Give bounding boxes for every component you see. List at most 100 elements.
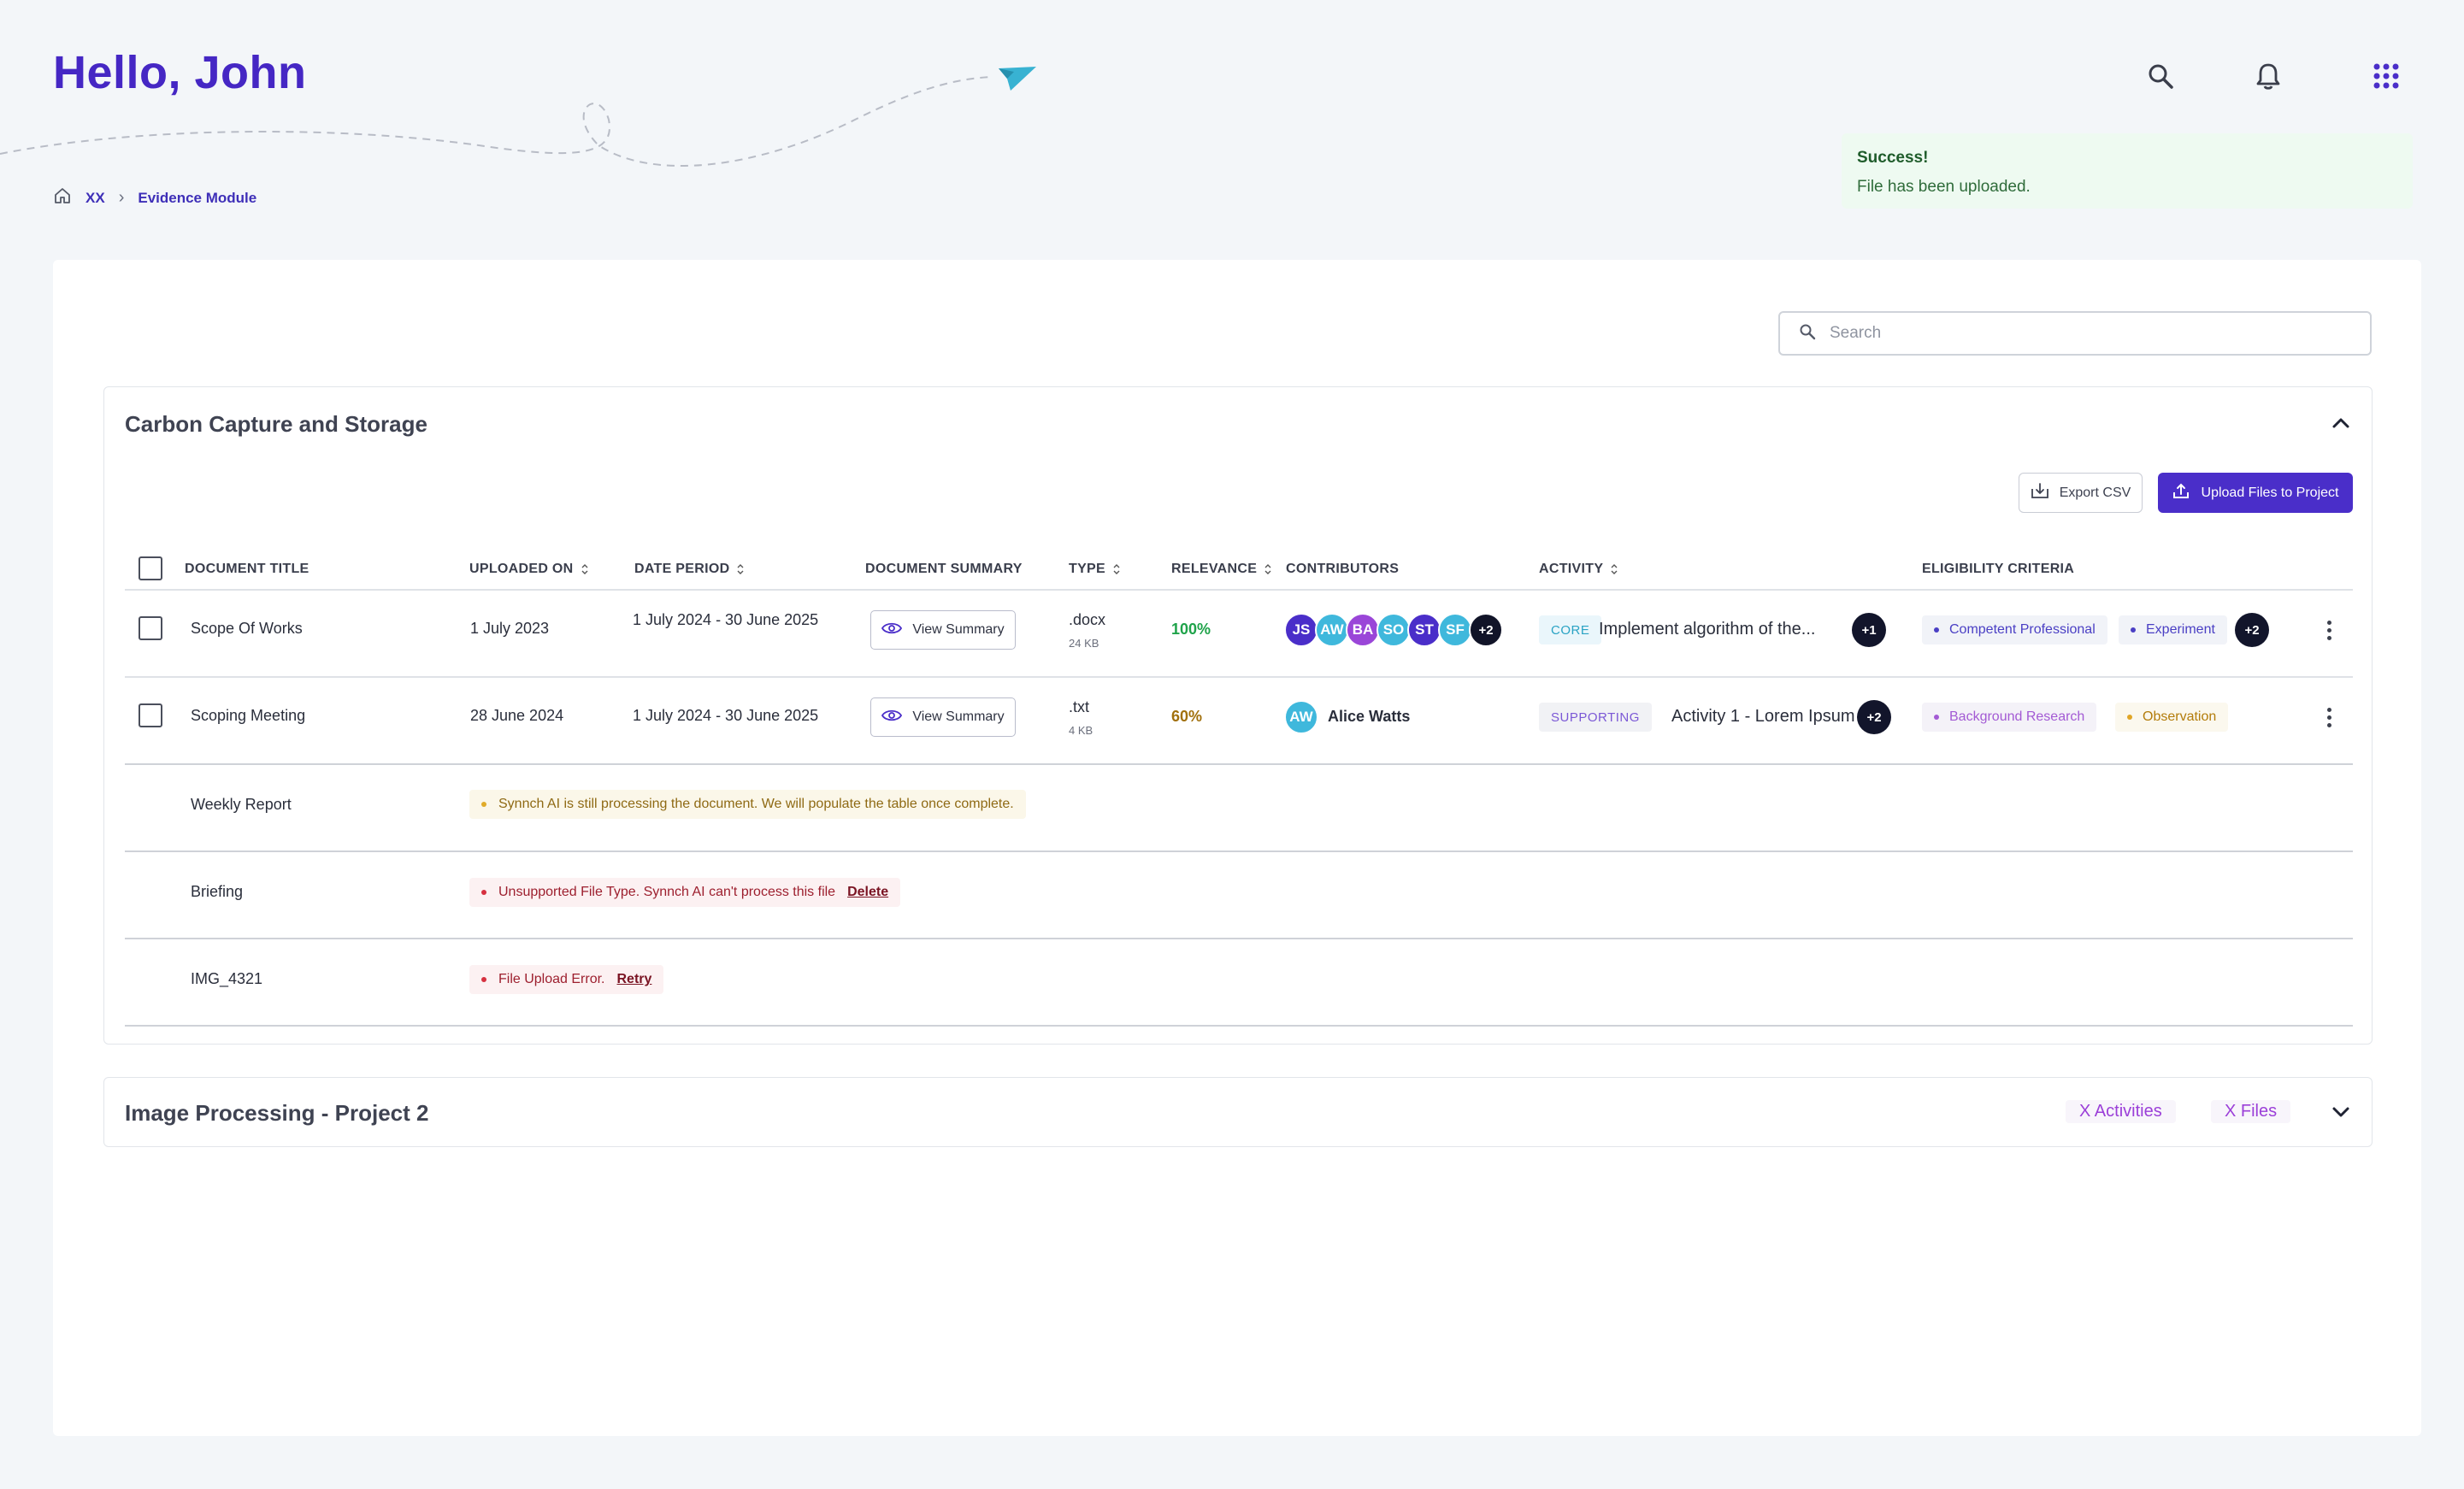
activities-count-link[interactable]: X Activities [2066, 1100, 2176, 1123]
breadcrumb: XX › Evidence Module [53, 186, 256, 209]
bell-icon[interactable] [2247, 55, 2290, 97]
avatar[interactable]: BA [1346, 613, 1380, 647]
contributor-name: Alice Watts [1328, 708, 1411, 725]
chevron-up-icon[interactable] [2325, 408, 2356, 438]
relevance-value: 60% [1171, 708, 1203, 725]
search-icon[interactable] [2139, 55, 2182, 97]
divider [125, 938, 2353, 939]
sort-icon [581, 564, 588, 574]
col-relevance[interactable]: RELEVANCE [1171, 562, 1272, 577]
contributors-avatars[interactable]: JS AW BA SO ST SF +2 [1284, 613, 1503, 647]
view-summary-label: View Summary [912, 709, 1005, 724]
breadcrumb-item-xx[interactable]: XX [85, 190, 105, 207]
view-summary-label: View Summary [912, 622, 1005, 637]
paper-plane-decoration [0, 67, 1036, 167]
col-activity[interactable]: ACTIVITY [1539, 562, 1618, 577]
activity-tag: CORE [1539, 615, 1602, 644]
row-checkbox[interactable] [139, 703, 162, 727]
criteria-chip: Experiment [2119, 615, 2227, 644]
error-status: File Upload Error. Retry [469, 965, 664, 994]
activity-text: Activity 1 - Lorem Ipsum [1671, 707, 1855, 726]
sort-icon [1611, 564, 1618, 574]
chevron-right-icon: › [118, 188, 125, 207]
eye-icon [881, 709, 903, 727]
sort-icon [1264, 564, 1271, 574]
home-icon[interactable] [53, 186, 72, 209]
avatar[interactable]: SO [1376, 613, 1411, 647]
col-document-summary: DOCUMENT SUMMARY [865, 562, 1023, 576]
upload-files-button[interactable]: Upload Files to Project [2158, 473, 2353, 513]
view-summary-button[interactable]: View Summary [870, 610, 1016, 650]
document-title[interactable]: Weekly Report [191, 796, 292, 814]
more-criteria-badge[interactable]: +2 [2235, 613, 2269, 647]
row-checkbox[interactable] [139, 616, 162, 640]
avatar[interactable]: AW [1315, 613, 1349, 647]
download-icon [2031, 482, 2049, 503]
retry-link[interactable]: Retry [617, 972, 652, 987]
document-title[interactable]: IMG_4321 [191, 970, 262, 988]
success-toast: Success! File has been uploaded. [1842, 133, 2413, 209]
contributors-avatars[interactable]: AW [1284, 700, 1318, 734]
project-title: Image Processing - Project 2 [125, 1100, 429, 1126]
criteria-chip: Competent Professional [1922, 615, 2107, 644]
avatar[interactable]: AW [1284, 700, 1318, 734]
toast-title: Success! [1857, 149, 1929, 167]
relevance-value: 100% [1171, 621, 1211, 638]
activity-tag: SUPPORTING [1539, 703, 1652, 732]
activity-text: Implement algorithm of the... [1599, 620, 1816, 639]
delete-link[interactable]: Delete [847, 885, 888, 900]
document-title[interactable]: Scoping Meeting [191, 707, 305, 725]
error-status: Unsupported File Type. Synnch AI can't p… [469, 878, 901, 907]
document-title[interactable]: Briefing [191, 883, 243, 901]
criteria-chip: Background Research [1922, 703, 2097, 732]
divider [125, 1025, 2353, 1027]
export-csv-label: Export CSV [2059, 485, 2131, 500]
eye-icon [881, 621, 903, 639]
file-type: .txt [1069, 698, 1090, 715]
files-count-link[interactable]: X Files [2211, 1100, 2291, 1123]
row-menu-icon[interactable] [2320, 702, 2337, 733]
document-title[interactable]: Scope Of Works [191, 620, 303, 638]
avatar[interactable]: SF [1438, 613, 1472, 647]
export-csv-button[interactable]: Export CSV [2019, 473, 2143, 513]
project-section-image-processing[interactable]: Image Processing - Project 2 X Activitie… [103, 1077, 2373, 1147]
breadcrumb-item-evidence[interactable]: Evidence Module [138, 190, 256, 207]
col-eligibility-criteria: ELIGIBILITY CRITERIA [1922, 562, 2075, 576]
avatar[interactable]: ST [1407, 613, 1441, 647]
row-menu-icon[interactable] [2320, 615, 2337, 645]
search-input[interactable] [1830, 324, 2343, 343]
col-type[interactable]: TYPE [1069, 562, 1121, 577]
col-document-title: DOCUMENT TITLE [185, 562, 309, 576]
col-date-period[interactable]: DATE PERIOD [634, 562, 745, 577]
more-contributors-badge[interactable]: +2 [1469, 613, 1503, 647]
sort-icon [1113, 564, 1120, 574]
select-all-checkbox[interactable] [139, 556, 162, 580]
avatar[interactable]: JS [1284, 613, 1318, 647]
chevron-down-icon[interactable] [2325, 1097, 2356, 1127]
divider [125, 850, 2353, 852]
search-icon [1799, 323, 1816, 344]
file-size: 4 KB [1069, 724, 1093, 737]
toast-message: File has been uploaded. [1857, 178, 2031, 196]
file-type: .docx [1069, 611, 1106, 628]
more-activities-badge[interactable]: +2 [1857, 700, 1891, 734]
divider [125, 763, 2353, 765]
divider [125, 676, 2353, 678]
view-summary-button[interactable]: View Summary [870, 697, 1016, 737]
apps-grid-icon[interactable] [2365, 55, 2408, 97]
criteria-chip: Observation [2115, 703, 2229, 732]
divider [125, 589, 2353, 591]
date-period: 1 July 2024 - 30 June 2025 [633, 611, 819, 628]
more-activities-badge[interactable]: +1 [1852, 613, 1886, 647]
file-size: 24 KB [1069, 637, 1099, 650]
project-title: Carbon Capture and Storage [125, 411, 427, 437]
col-uploaded-on[interactable]: UPLOADED ON [469, 562, 589, 577]
uploaded-on: 28 June 2024 [470, 707, 564, 724]
processing-status: Synnch AI is still processing the docume… [469, 790, 1026, 819]
upload-files-label: Upload Files to Project [2201, 485, 2339, 500]
date-period: 1 July 2024 - 30 June 2025 [633, 707, 819, 724]
search-box[interactable] [1778, 311, 2372, 356]
upload-icon [2172, 482, 2190, 503]
uploaded-on: 1 July 2023 [470, 620, 550, 637]
project-section-carbon: Carbon Capture and Storage Export CSV Up… [103, 386, 2373, 1045]
